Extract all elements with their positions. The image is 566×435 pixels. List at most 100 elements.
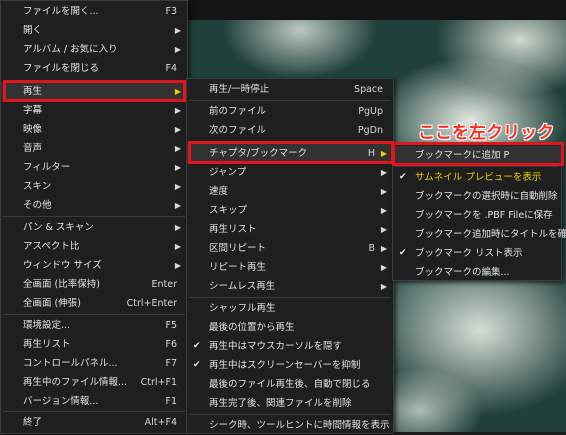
menu-item-control-panel[interactable]: コントロールパネル... F7 bbox=[1, 354, 187, 373]
menu-item-label: 字幕 bbox=[23, 105, 43, 116]
callout-text: ここを左クリック bbox=[418, 123, 554, 143]
menu-item-prev-file[interactable]: 前のファイル PgUp bbox=[187, 102, 393, 121]
menu-item-chapter-bookmark[interactable]: チャプタ/ブックマーク H ▶ bbox=[187, 144, 393, 163]
menu-item-label: 再生リスト bbox=[23, 339, 71, 350]
menu-item-label: 開く bbox=[23, 25, 43, 36]
menu-item-repeat[interactable]: リピート再生 ▶ bbox=[187, 258, 393, 277]
menu-item-delete-related[interactable]: 再生完了後、関連ファイルを削除 bbox=[187, 394, 393, 413]
menu-item-auto-delete-bookmark[interactable]: ブックマークの選択時に自動削除 bbox=[393, 187, 561, 206]
menu-item-ab-repeat[interactable]: 区間リピート B ▶ bbox=[187, 239, 393, 258]
menu-item-about[interactable]: バージョン情報... F1 bbox=[1, 392, 187, 411]
submenu-arrow-icon: ▶ bbox=[174, 242, 181, 251]
menu-item-audio[interactable]: 音声 ▶ bbox=[1, 139, 187, 158]
submenu-arrow-icon: ▶ bbox=[380, 225, 387, 234]
menu-item-subtitles[interactable]: 字幕 ▶ bbox=[1, 101, 187, 120]
shortcut-label: F4 bbox=[165, 63, 177, 74]
menu-item-label: スキン bbox=[23, 181, 52, 192]
checkmark-icon: ✔ bbox=[193, 360, 201, 370]
menu-item-hide-cursor[interactable]: ✔ 再生中はマウスカーソルを隠す bbox=[187, 337, 393, 356]
menu-item-suppress-screensaver[interactable]: ✔ 再生中はスクリーンセーバーを抑制 bbox=[187, 356, 393, 375]
menu-item-open-file[interactable]: ファイルを開く... F3 bbox=[1, 2, 187, 21]
menu-item-edit-bookmarks[interactable]: ブックマークの編集... bbox=[393, 263, 561, 282]
menu-item-speed[interactable]: 速度 ▶ bbox=[187, 182, 393, 201]
menu-item-album-favorites[interactable]: アルバム / お気に入り ▶ bbox=[1, 40, 187, 59]
menu-item-play[interactable]: 再生 ▶ bbox=[1, 82, 187, 101]
menu-item-close-file[interactable]: ファイルを閉じる F4 bbox=[1, 59, 187, 78]
submenu-arrow-icon: ▶ bbox=[174, 223, 181, 232]
context-menu-bookmark: ブックマークに追加 P ✔ サムネイル プレビューを表示 ブックマークの選択時に自… bbox=[392, 143, 566, 282]
menu-item-label: ブックマーク リスト表示 bbox=[415, 248, 523, 259]
menu-item-seamless[interactable]: シームレス再生 ▶ bbox=[187, 277, 393, 296]
menu-item-label: ブックマークの選択時に自動削除 bbox=[415, 191, 558, 202]
menu-separator bbox=[189, 141, 391, 142]
menu-item-thumbnail-preview[interactable]: ✔ サムネイル プレビューを表示 bbox=[393, 168, 561, 187]
menu-item-label: フィルター bbox=[23, 162, 71, 173]
menu-item-file-info[interactable]: 再生中のファイル情報... Ctrl+F1 bbox=[1, 373, 187, 392]
submenu-arrow-icon: ▶ bbox=[174, 106, 181, 115]
submenu-arrow-icon: ▶ bbox=[174, 261, 181, 270]
submenu-arrow-icon: ▶ bbox=[174, 201, 181, 210]
menu-item-resume[interactable]: 最後の位置から再生 bbox=[187, 318, 393, 337]
submenu-arrow-icon: ▶ bbox=[380, 206, 387, 215]
menu-item-play-pause[interactable]: 再生/一時停止 Space bbox=[187, 80, 393, 99]
menu-item-preferences[interactable]: 環境設定... F5 bbox=[1, 316, 187, 335]
submenu-arrow-icon: ▶ bbox=[380, 149, 387, 158]
menu-item-filter[interactable]: フィルター ▶ bbox=[1, 158, 187, 177]
menu-item-playlist[interactable]: 再生リスト F6 bbox=[1, 335, 187, 354]
menu-item-label: 前のファイル bbox=[209, 106, 267, 117]
menu-item-bookmark-list[interactable]: ✔ ブックマーク リスト表示 bbox=[393, 244, 561, 263]
submenu-arrow-icon: ▶ bbox=[174, 163, 181, 172]
checkmark-icon: ✔ bbox=[193, 341, 201, 351]
menu-item-aspect-ratio[interactable]: アスペクト比 ▶ bbox=[1, 237, 187, 256]
menu-item-label: 全画面 (比率保持) bbox=[23, 279, 100, 290]
menu-item-shuffle[interactable]: シャッフル再生 bbox=[187, 299, 393, 318]
shortcut-label: Space bbox=[354, 84, 383, 95]
shortcut-label: F5 bbox=[165, 320, 177, 331]
menu-item-label: チャプタ/ブックマーク bbox=[209, 148, 308, 159]
menu-item-play-playlist[interactable]: 再生リスト ▶ bbox=[187, 220, 393, 239]
menu-item-label: 再生 bbox=[23, 86, 43, 97]
menu-item-pan-scan[interactable]: パン & スキャン ▶ bbox=[1, 218, 187, 237]
menu-item-fullscreen-stretch[interactable]: 全画面 (伸張) Ctrl+Enter bbox=[1, 294, 187, 313]
menu-separator bbox=[3, 411, 185, 412]
menu-item-label: 映像 bbox=[23, 124, 43, 135]
menu-item-label: コントロールパネル... bbox=[23, 358, 118, 369]
menu-item-other[interactable]: その他 ▶ bbox=[1, 196, 187, 215]
context-menu-main: ファイルを開く... F3 開く ▶ アルバム / お気に入り ▶ ファイルを閉じる F… bbox=[0, 0, 188, 434]
submenu-arrow-icon: ▶ bbox=[380, 282, 387, 291]
menu-item-seek-tooltip[interactable]: シーク時、ツールヒントに時間情報を表示 bbox=[187, 416, 393, 435]
menu-item-confirm-title[interactable]: ブックマーク追加時にタイトルを確認 bbox=[393, 225, 566, 244]
menu-item-label: 次のファイル bbox=[209, 125, 267, 136]
menu-item-next-file[interactable]: 次のファイル PgDn bbox=[187, 121, 393, 140]
menu-item-label: ファイルを閉じる bbox=[23, 63, 100, 74]
menu-item-fullscreen-keep-ratio[interactable]: 全画面 (比率保持) Enter bbox=[1, 275, 187, 294]
menu-item-label: シーク時、ツールヒントに時間情報を表示 bbox=[209, 420, 390, 431]
menu-item-video[interactable]: 映像 ▶ bbox=[1, 120, 187, 139]
menu-item-label: シャッフル再生 bbox=[209, 303, 276, 314]
menu-item-auto-close[interactable]: 最後のファイル再生後、自動で閉じる bbox=[187, 375, 393, 394]
menu-item-label: シームレス再生 bbox=[209, 281, 276, 292]
shortcut-label: Alt+F4 bbox=[144, 417, 177, 428]
menu-item-skin[interactable]: スキン ▶ bbox=[1, 177, 187, 196]
menu-item-exit[interactable]: 終了 Alt+F4 bbox=[1, 413, 187, 432]
menu-item-label: 音声 bbox=[23, 143, 43, 154]
title-bar bbox=[185, 0, 566, 20]
menu-item-window-size[interactable]: ウィンドウ サイズ ▶ bbox=[1, 256, 187, 275]
menu-item-label: ウィンドウ サイズ bbox=[23, 260, 102, 271]
menu-item-label: ブックマークを .PBF Fileに保存 bbox=[415, 210, 553, 221]
checkmark-icon: ✔ bbox=[399, 172, 407, 182]
menu-item-label: パン & スキャン bbox=[23, 222, 94, 233]
menu-item-label: 再生中はマウスカーソルを隠す bbox=[209, 341, 343, 352]
menu-item-label: アルバム / お気に入り bbox=[23, 44, 118, 55]
shortcut-label: PgUp bbox=[358, 106, 383, 117]
menu-item-label: 再生/一時停止 bbox=[209, 84, 270, 95]
menu-item-save-pbf[interactable]: ブックマークを .PBF Fileに保存 bbox=[393, 206, 561, 225]
menu-item-jump[interactable]: ジャンプ ▶ bbox=[187, 163, 393, 182]
menu-item-label: 区間リピート bbox=[209, 243, 267, 254]
menu-item-open[interactable]: 開く ▶ bbox=[1, 21, 187, 40]
submenu-arrow-icon: ▶ bbox=[174, 144, 181, 153]
menu-item-skip[interactable]: スキップ ▶ bbox=[187, 201, 393, 220]
menu-separator bbox=[3, 80, 185, 81]
menu-item-label: アスペクト比 bbox=[23, 241, 80, 252]
menu-item-add-bookmark[interactable]: ブックマークに追加 P bbox=[393, 146, 561, 165]
